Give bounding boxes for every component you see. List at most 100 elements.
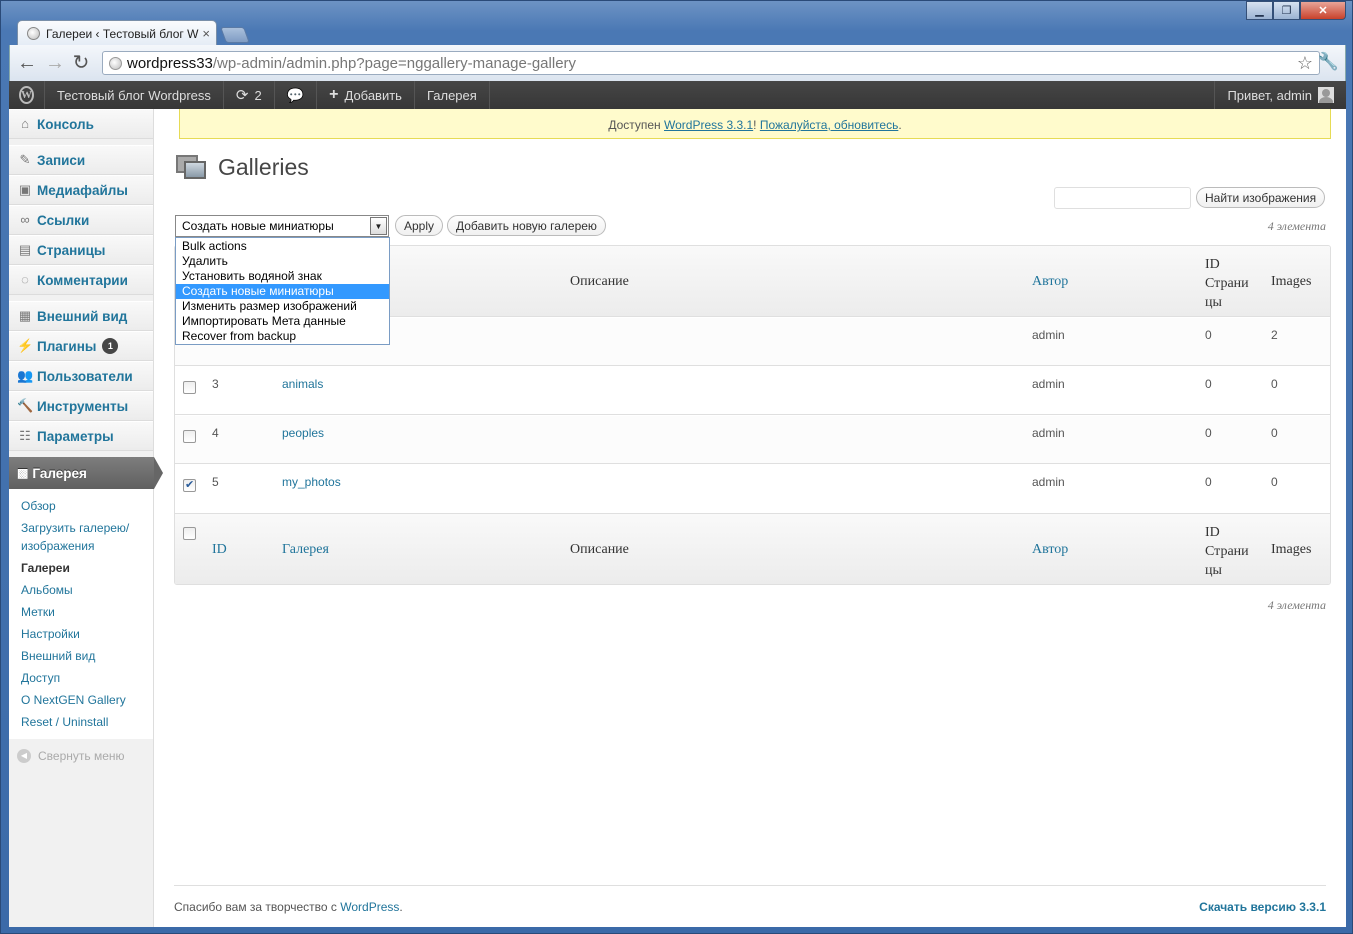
submenu-item-galleries[interactable]: Галереи: [21, 557, 153, 579]
submenu-item-roles[interactable]: Доступ: [21, 667, 153, 689]
back-arrow-icon[interactable]: ←: [16, 52, 38, 74]
row-author: admin: [1032, 475, 1065, 489]
dropdown-arrow-icon[interactable]: ▼: [370, 217, 387, 235]
collapse-menu-button[interactable]: ◀ Свернуть меню: [9, 739, 153, 773]
minimize-icon[interactable]: ▁: [1246, 1, 1273, 20]
footer-description: Описание: [570, 542, 629, 557]
dropdown-option-selected[interactable]: Создать новые миниатюры: [176, 284, 389, 299]
wordpress-link[interactable]: WordPress: [340, 900, 399, 914]
sidebar-item-tools[interactable]: 🔨 Инструменты: [9, 391, 153, 421]
home-icon: ⌂: [21, 116, 29, 131]
sidebar-item-label: Консоль: [37, 116, 94, 132]
sidebar-item-users[interactable]: 👥 Пользователи: [9, 361, 153, 391]
dropdown-option[interactable]: Установить водяной знак: [176, 269, 389, 284]
row-checkbox-checked[interactable]: [183, 478, 196, 492]
notice-text: Доступен: [608, 118, 665, 132]
bookmark-star-icon[interactable]: ☆: [1297, 53, 1313, 74]
header-description: Описание: [570, 274, 629, 289]
new-tab-button[interactable]: [220, 27, 250, 43]
updates-count: 2: [254, 87, 262, 103]
submenu-item-style[interactable]: Внешний вид: [21, 645, 153, 667]
submenu-item-albums[interactable]: Альбомы: [21, 579, 153, 601]
sidebar-item-media[interactable]: ▣ Медиафайлы: [9, 175, 153, 205]
tab-strip: Галереи ‹ Тестовый блог W ×: [9, 17, 609, 47]
add-gallery-button[interactable]: Добавить новую галерею: [447, 215, 606, 236]
dropdown-option[interactable]: Импортировать Мета данные: [176, 314, 389, 329]
sidebar-item-posts[interactable]: ✎ Записи: [9, 145, 153, 175]
wordpress-version-link[interactable]: WordPress 3.3.1: [664, 118, 753, 132]
address-bar[interactable]: wordpress33/wp-admin/admin.php?page=ngga…: [102, 51, 1320, 75]
reload-icon[interactable]: ↻: [70, 52, 92, 74]
row-gallery-link[interactable]: animals: [282, 377, 323, 391]
search-input[interactable]: [1054, 187, 1191, 209]
submenu-item-overview[interactable]: Обзор: [21, 495, 153, 517]
tab-title: Галереи ‹ Тестовый блог W: [46, 27, 199, 41]
forward-arrow-icon[interactable]: →: [44, 52, 66, 74]
comment-icon: ◌: [21, 272, 29, 287]
footer-id[interactable]: ID: [212, 542, 227, 558]
window-controls: ▁ ❐ ✕: [1246, 1, 1346, 21]
gallery-link[interactable]: Галерея: [415, 81, 490, 109]
plugin-icon: ⚡: [17, 338, 34, 353]
footer-author[interactable]: Автор: [1032, 542, 1068, 558]
page-favicon-icon: [27, 27, 40, 40]
page-viewport: ⌂ Консоль ✎ Записи ▣ Медиафайлы ∞ Ссылки ▤ Ст…: [9, 109, 1346, 927]
updates-link[interactable]: ⟳ 2: [224, 81, 275, 109]
row-gallery-link[interactable]: peoples: [282, 426, 324, 440]
sidebar-item-pages[interactable]: ▤ Страницы: [9, 235, 153, 265]
bulk-selected-value: Создать новые миниатюры: [182, 219, 334, 233]
browser-window: Галереи ‹ Тестовый блог W × ▁ ❐ ✕ ← → ↻ …: [0, 0, 1353, 934]
row-checkbox[interactable]: [183, 381, 196, 394]
submenu-item-about[interactable]: О NextGEN Gallery: [21, 689, 153, 711]
submenu-item-reset[interactable]: Reset / Uninstall: [21, 711, 153, 733]
sidebar-item-label: Страницы: [37, 242, 106, 258]
sidebar-item-console[interactable]: ⌂ Консоль: [9, 109, 153, 139]
account-menu[interactable]: Привет, admin: [1214, 81, 1346, 109]
submenu-item-upload[interactable]: Загрузить галерею/ изображения: [21, 517, 141, 557]
row-checkbox[interactable]: [183, 430, 196, 443]
maximize-icon[interactable]: ❐: [1273, 1, 1300, 20]
dropdown-option[interactable]: Bulk actions: [176, 239, 389, 254]
page-icon: ▤: [18, 242, 32, 257]
update-link[interactable]: Пожалуйста, обновитесь: [760, 118, 899, 132]
submenu-item-options[interactable]: Настройки: [21, 623, 153, 645]
dropdown-option[interactable]: Recover from backup: [176, 329, 389, 344]
sidebar-item-plugins[interactable]: ⚡ Плагины 1: [9, 331, 153, 361]
sidebar-item-appearance[interactable]: ▦ Внешний вид: [9, 301, 153, 331]
sidebar-item-settings[interactable]: ☷ Параметры: [9, 421, 153, 451]
apply-button[interactable]: Apply: [395, 215, 444, 236]
plus-icon: +: [329, 86, 339, 103]
dropdown-option[interactable]: Удалить: [176, 254, 389, 269]
select-all-checkbox[interactable]: [183, 527, 196, 540]
download-version-link[interactable]: Скачать версию 3.3.1: [1199, 900, 1326, 914]
row-author: admin: [1032, 426, 1065, 440]
search-images-button[interactable]: Найти изображения: [1196, 187, 1326, 208]
site-name-link[interactable]: Тестовый блог Wordpress: [45, 81, 224, 109]
sidebar-item-links[interactable]: ∞ Ссылки: [9, 205, 153, 235]
browser-tab[interactable]: Галереи ‹ Тестовый блог W ×: [17, 20, 217, 47]
row-id: 5: [212, 475, 219, 489]
collapse-label: Свернуть меню: [38, 749, 125, 763]
url-host: wordpress33: [127, 55, 213, 72]
sidebar-item-comments[interactable]: ◌ Комментарии: [9, 265, 153, 295]
gallery-icon: ▩: [17, 466, 29, 480]
wordpress-logo-icon[interactable]: W: [9, 81, 45, 109]
row-gallery-link[interactable]: my_photos: [282, 475, 341, 489]
add-new-link[interactable]: + Добавить: [317, 81, 415, 109]
close-window-icon[interactable]: ✕: [1300, 1, 1346, 20]
close-tab-icon[interactable]: ×: [202, 26, 210, 41]
footer-gallery[interactable]: Галерея: [282, 542, 329, 558]
wrench-icon[interactable]: 🔧: [1318, 52, 1339, 72]
page-header: Galleries: [174, 153, 309, 181]
sidebar-item-gallery[interactable]: ▩ Галерея: [9, 457, 163, 489]
row-page-id: 0: [1205, 426, 1212, 440]
sidebar-item-label: Записи: [37, 152, 86, 168]
submenu-item-tags[interactable]: Метки: [21, 601, 153, 623]
bulk-actions-select[interactable]: Создать новые миниатюры ▼: [175, 215, 389, 237]
avatar: [1318, 87, 1334, 103]
comments-link[interactable]: 💬: [275, 81, 318, 109]
header-author[interactable]: Автор: [1032, 274, 1068, 290]
dropdown-option[interactable]: Изменить размер изображений: [176, 299, 389, 314]
table-row: 4 peoples admin 0 0: [175, 415, 1330, 464]
gallery-submenu: Обзор Загрузить галерею/ изображения Гал…: [9, 489, 153, 739]
